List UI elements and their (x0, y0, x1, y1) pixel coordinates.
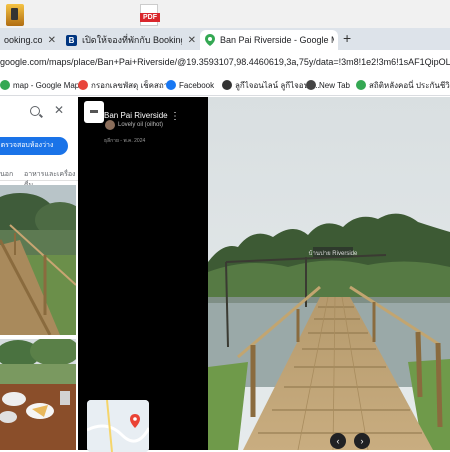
bookmark-insurance[interactable]: สถิติหลังคอนี่ ประกันชีวิตที่... (356, 78, 450, 92)
booking-favicon-icon: B (66, 34, 77, 46)
globe-icon (306, 80, 316, 90)
place-side-panel: ✕ ตรวจสอบห้องว่าง นอก อาหารและเครื่องดื่… (0, 97, 78, 450)
avatar[interactable] (105, 120, 115, 130)
previous-photo-button[interactable]: ‹ (330, 433, 346, 449)
mini-map[interactable] (87, 400, 149, 452)
bookmark-label: สถิติหลังคอนี่ ประกันชีวิตที่... (369, 80, 450, 90)
tab-outside[interactable]: นอก (0, 169, 13, 180)
facebook-icon (166, 80, 176, 90)
photo-thumbnail-food[interactable] (0, 339, 76, 450)
check-availability-button[interactable]: ตรวจสอบห้องว่าง (0, 137, 68, 155)
close-tab-icon[interactable]: ✕ (188, 35, 196, 46)
tab-booking-1[interactable]: ooking.com ✕ (0, 30, 60, 50)
close-icon[interactable]: ✕ (54, 103, 64, 117)
bookmark-label: New Tab (319, 80, 350, 90)
category-tabs: นอก อาหารและเครื่องดื่ม (0, 167, 78, 189)
bookmark-label: map - Google Maps (13, 80, 84, 90)
tab-label: ooking.com (4, 35, 42, 45)
maps-pin-icon (204, 34, 215, 46)
search-row: ✕ (0, 103, 74, 123)
app-shortcut-icon[interactable] (6, 4, 24, 26)
url-field[interactable]: google.com/maps/place/Ban+Pai+Riverside/… (0, 54, 450, 71)
back-button[interactable] (84, 101, 104, 123)
bookmark-parcel[interactable]: กรอกเลขพัสดุ เช็คสถา... (78, 78, 175, 92)
next-photo-button[interactable]: › (354, 433, 370, 449)
browser-tab-bar: ooking.com ✕ B เปิดให้จองที่พักกับ Booki… (0, 28, 450, 50)
new-tab-button[interactable]: + (343, 30, 351, 46)
photo-author[interactable]: Lovely oil (oilhot) (118, 122, 163, 128)
back-arrow-icon (90, 110, 98, 113)
bookmark-new-tab[interactable]: New Tab (306, 78, 350, 92)
address-bar: google.com/maps/place/Ban+Pai+Riverside/… (0, 50, 450, 74)
bookmark-facebook[interactable]: Facebook (166, 78, 214, 92)
parcel-icon (78, 80, 88, 90)
tab-google-maps[interactable]: Ban Pai Riverside - Google Maps (200, 30, 338, 50)
photo-thumbnail-bridge[interactable] (0, 185, 76, 335)
bookmark-label: กรอกเลขพัสดุ เช็คสถา... (91, 80, 175, 90)
main-photo-bridge[interactable]: บ้านปาย Riverside (208, 97, 450, 450)
more-options-icon[interactable]: ⋮ (170, 111, 180, 122)
insurance-icon (356, 80, 366, 90)
sign-text: บ้านปาย Riverside (309, 250, 358, 257)
bookmarks-bar: map - Google Maps กรอกเลขพัสดุ เช็คสถา..… (0, 74, 450, 96)
bookmark-label: Facebook (179, 80, 215, 90)
photo-info-panel: Ban Pai Riverside Lovely oil (oilhot) ธุ… (78, 97, 208, 452)
tab-label: Ban Pai Riverside - Google Maps (220, 35, 334, 45)
photo-date: ธุลีกาย - พ.ค. 2024 (104, 138, 146, 144)
bookmark-map[interactable]: map - Google Maps (0, 78, 83, 92)
lottery-icon (222, 80, 232, 90)
close-tab-icon[interactable]: ✕ (48, 35, 56, 46)
pdf-label: PDF (140, 13, 160, 22)
pdf-file-icon[interactable]: PDF (140, 4, 160, 26)
tab-label: เปิดให้จองที่พักกับ Booking.com (82, 35, 182, 45)
place-name[interactable]: Ban Pai Riverside (104, 111, 168, 120)
desktop-strip: PDF (0, 0, 450, 28)
maps-icon (0, 80, 10, 90)
search-icon[interactable] (30, 106, 40, 116)
tab-booking-2[interactable]: B เปิดให้จองที่พักกับ Booking.com ✕ (62, 30, 200, 50)
